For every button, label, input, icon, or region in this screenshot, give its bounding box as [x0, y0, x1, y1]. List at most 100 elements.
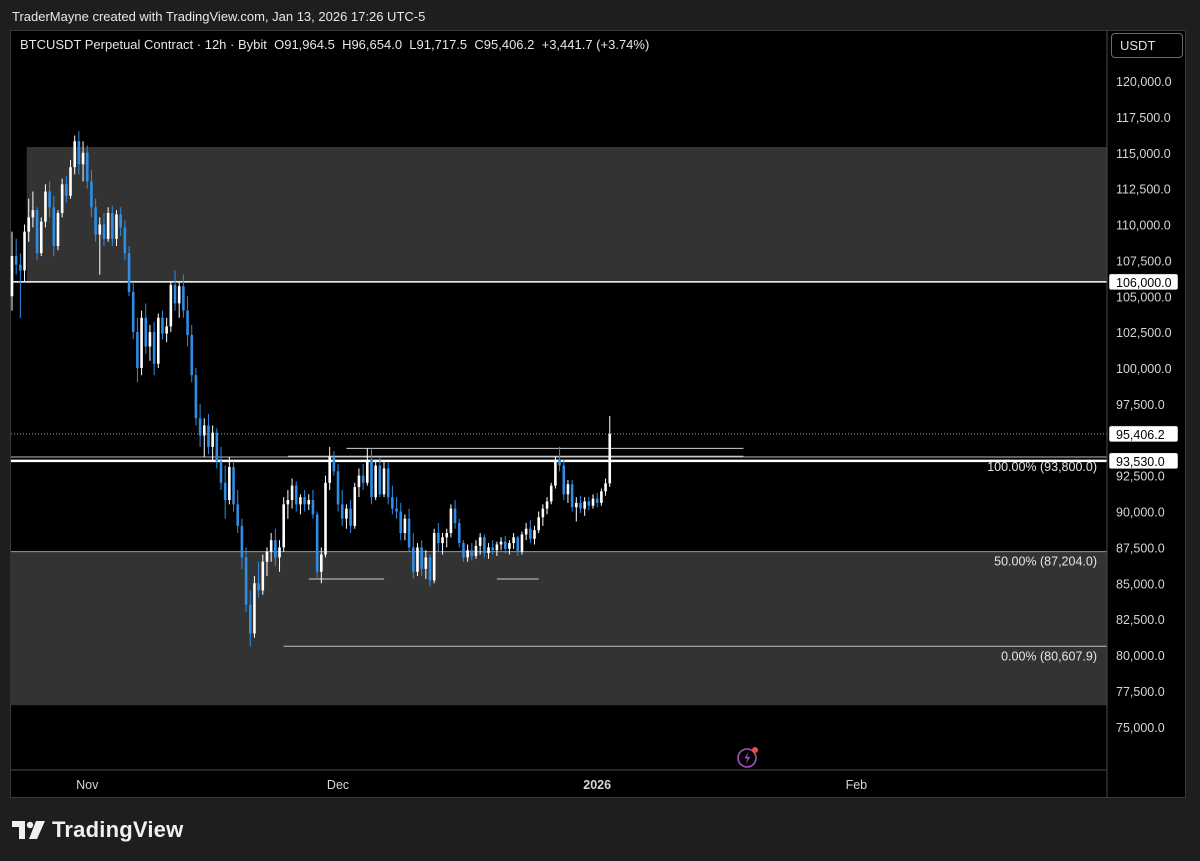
- fib-label: 100.00% (93,800.0): [987, 460, 1097, 474]
- candle: [102, 224, 106, 239]
- candle: [503, 541, 507, 549]
- candle: [177, 286, 181, 304]
- candle: [520, 534, 524, 552]
- candle: [411, 547, 415, 572]
- candle: [608, 433, 612, 484]
- candle: [119, 214, 122, 228]
- candle: [161, 317, 164, 334]
- candle: [437, 533, 440, 544]
- candle: [165, 326, 168, 334]
- candle: [219, 461, 223, 483]
- open-value: 91,964.5: [284, 37, 335, 52]
- candle: [94, 207, 97, 235]
- candle: [403, 518, 407, 534]
- fib-label: 50.00% (87,204.0): [994, 555, 1097, 569]
- candle: [340, 504, 344, 519]
- candle: [466, 550, 469, 558]
- candle: [115, 214, 118, 239]
- price-tick-label: 97,500.0: [1116, 398, 1165, 412]
- candle: [361, 475, 365, 483]
- candle: [35, 210, 39, 254]
- candle: [478, 537, 482, 546]
- price-tick-label: 102,500.0: [1116, 326, 1172, 340]
- close-label: C: [474, 37, 484, 52]
- candle: [424, 557, 428, 569]
- candle: [31, 210, 35, 218]
- candle: [558, 459, 561, 466]
- candle: [23, 231, 26, 271]
- candle: [81, 152, 85, 165]
- candle: [328, 456, 331, 483]
- candle: [194, 375, 198, 419]
- price-tick-label: 105,000.0: [1116, 290, 1172, 304]
- candle: [52, 207, 56, 247]
- candle: [173, 284, 177, 304]
- candle: [240, 525, 244, 558]
- candle: [487, 547, 490, 554]
- price-tick-label: 115,000.0: [1116, 147, 1171, 161]
- time-tick-label: Feb: [846, 778, 868, 792]
- candle: [236, 504, 240, 526]
- time-tick-label: Dec: [327, 778, 349, 792]
- candle: [269, 540, 273, 552]
- candle: [190, 334, 194, 376]
- candle: [508, 543, 511, 549]
- candlestick-chart[interactable]: 100.00% (93,800.0) 50.00% (87,204.0) 0.00%…: [0, 0, 1200, 861]
- time-tick-label: 2026: [583, 778, 611, 792]
- currency-button[interactable]: USDT: [1111, 33, 1183, 58]
- candle: [228, 467, 231, 501]
- candle: [453, 508, 457, 523]
- candle: [407, 518, 411, 548]
- candle: [111, 213, 114, 239]
- candle: [106, 213, 110, 239]
- tradingview-logo-icon: [12, 821, 45, 839]
- candle: [382, 468, 386, 495]
- supply-demand-zone: [26, 147, 1108, 282]
- candle: [495, 544, 499, 551]
- candle: [27, 217, 31, 232]
- candle: [123, 227, 127, 254]
- candle: [441, 537, 444, 544]
- candle: [579, 502, 582, 509]
- candle: [60, 184, 64, 214]
- candle: [215, 432, 219, 462]
- candle: [353, 487, 357, 526]
- candle: [445, 533, 449, 538]
- price-tick-label: 100,000.0: [1116, 362, 1172, 376]
- price-tick-label: 75,000.0: [1116, 721, 1165, 735]
- candle: [303, 497, 306, 505]
- tradingview-logo-text: TradingView: [52, 817, 184, 842]
- low-label: L: [409, 37, 417, 52]
- candle: [566, 484, 570, 495]
- candle: [265, 551, 269, 562]
- candle: [357, 475, 361, 488]
- candle: [19, 264, 22, 271]
- candle: [307, 500, 311, 505]
- candle: [420, 547, 423, 569]
- candle: [127, 253, 131, 292]
- candle: [562, 465, 566, 495]
- price-tick-label: 92,500.0: [1116, 470, 1165, 484]
- candle: [131, 291, 135, 333]
- candle: [261, 561, 265, 591]
- candle: [537, 517, 540, 531]
- candle: [449, 508, 453, 534]
- candle: [311, 500, 315, 515]
- price-tick-label: 112,500.0: [1116, 183, 1171, 197]
- candle: [591, 498, 595, 506]
- price-tick-label: 85,000.0: [1116, 577, 1165, 591]
- price-tick-label: 117,500.0: [1116, 111, 1171, 125]
- candle: [491, 547, 494, 551]
- candle: [90, 181, 93, 208]
- candle: [144, 317, 148, 347]
- candle: [48, 191, 51, 208]
- candle: [65, 184, 68, 196]
- price-tick-label: 107,500.0: [1116, 254, 1172, 268]
- candle: [14, 256, 18, 265]
- candle: [182, 286, 185, 311]
- candle: [604, 483, 607, 492]
- candle: [545, 501, 549, 509]
- candle: [332, 456, 336, 472]
- replay-icon[interactable]: [736, 745, 760, 769]
- candle: [541, 508, 545, 518]
